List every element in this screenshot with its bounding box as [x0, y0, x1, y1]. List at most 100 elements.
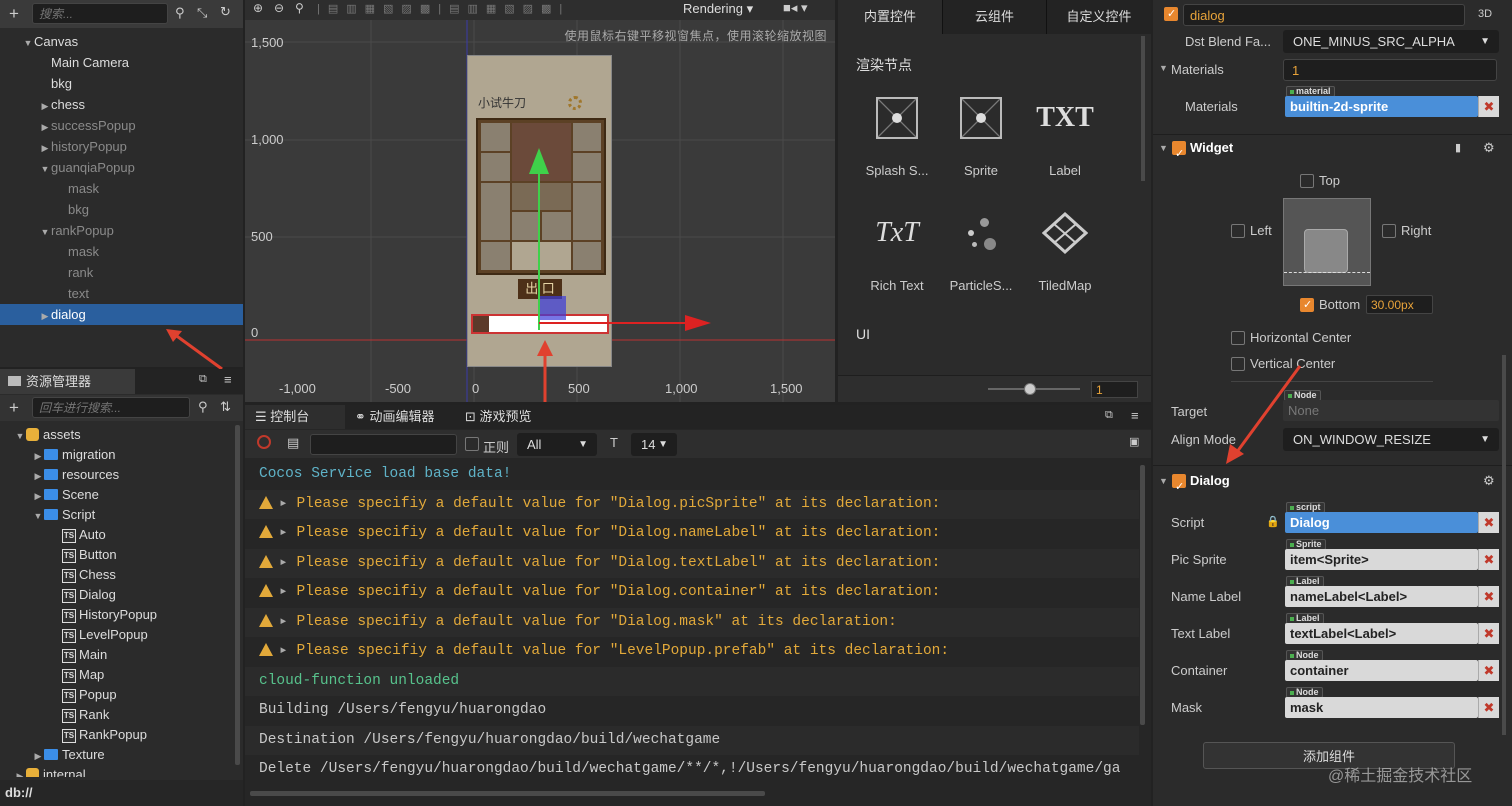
prop-field[interactable]: item<Sprite> — [1285, 549, 1478, 570]
zoom-out-icon[interactable]: ⊖ — [274, 1, 284, 15]
target-field[interactable]: None — [1283, 400, 1499, 421]
log-line[interactable]: Delete /Users/fengyu/huarongdao/build/we… — [245, 755, 1139, 784]
materials-count-input[interactable] — [1283, 59, 1497, 81]
add-asset-icon[interactable]: + — [9, 398, 19, 418]
bottom-checkbox[interactable] — [1300, 298, 1314, 312]
asset-item[interactable]: ▶ Texture — [0, 745, 236, 765]
tree-node[interactable]: ▼ Canvas — [0, 31, 243, 52]
tree-node[interactable]: rank — [0, 262, 243, 283]
gear-icon[interactable]: ⚙ — [1483, 468, 1495, 494]
asset-item[interactable]: TS Popup — [0, 685, 236, 705]
expand-arrow-icon[interactable]: ▶ — [39, 117, 51, 138]
log-line[interactable]: ▸ Please specifiy a default value for "D… — [245, 489, 1139, 519]
refresh-icon[interactable]: ↻ — [220, 4, 231, 20]
prop-clear-button[interactable]: ✖ — [1478, 623, 1499, 644]
tree-node[interactable]: bkg — [0, 199, 243, 220]
zoom-in-icon[interactable]: ⊕ — [253, 1, 263, 15]
badge-3d[interactable]: 3D — [1478, 8, 1492, 20]
expand-arrow-icon[interactable]: ▶ — [14, 766, 26, 777]
asset-item[interactable]: ▶ migration — [0, 445, 236, 465]
control-item[interactable]: ParticleS... — [939, 210, 1023, 293]
prop-clear-button[interactable]: ✖ — [1478, 660, 1499, 681]
tab-cloud[interactable]: 云组件 — [942, 0, 1046, 34]
tab-assets[interactable]: 资源管理器 — [0, 369, 135, 394]
material-clear-button[interactable]: ✖ — [1478, 96, 1499, 117]
zoom-input[interactable] — [1091, 381, 1138, 398]
control-item[interactable]: TxT Rich Text — [855, 210, 939, 293]
console-vscroll[interactable] — [1140, 465, 1145, 725]
tab-custom[interactable]: 自定义控件 — [1046, 0, 1151, 34]
menu-icon[interactable]: ≡ — [1131, 408, 1139, 423]
sort-icon[interactable]: ⇅ — [220, 399, 231, 415]
expand-arrow-icon[interactable]: ▶ — [32, 486, 44, 506]
maximize-icon[interactable]: ⧉ — [199, 373, 207, 386]
asset-item[interactable]: TS Rank — [0, 705, 236, 725]
collapse-icon[interactable]: ▣ — [1129, 435, 1139, 448]
inspector-scrollbar[interactable] — [1502, 355, 1506, 735]
assets-search-input[interactable] — [32, 397, 190, 418]
file-icon[interactable]: ▤ — [287, 435, 299, 451]
expand-arrow-icon[interactable]: ▶ — [32, 446, 44, 466]
tree-node[interactable]: bkg — [0, 73, 243, 94]
asset-item[interactable]: TS Auto — [0, 525, 236, 545]
collapse-icon[interactable]: ⤡ — [197, 5, 207, 21]
log-level-select[interactable]: All — [517, 433, 597, 456]
expand-arrow-icon[interactable]: ▸ — [279, 496, 296, 512]
hcenter-checkbox[interactable] — [1231, 331, 1245, 345]
tab-console[interactable]: ☰ 控制台 — [245, 405, 345, 429]
asset-item[interactable]: TS Main — [0, 645, 236, 665]
dialog-enabled-checkbox[interactable] — [1172, 474, 1186, 500]
tab-builtin[interactable]: 内置控件 — [838, 0, 942, 34]
control-item[interactable]: Splash S... — [855, 95, 939, 178]
asset-item[interactable]: ▶ internal — [0, 765, 236, 777]
zoom-reset-icon[interactable]: ⚲ — [295, 1, 304, 15]
node-active-checkbox[interactable] — [1164, 7, 1178, 21]
asset-item[interactable]: TS LevelPopup — [0, 625, 236, 645]
expand-arrow-icon[interactable]: ▶ — [39, 138, 51, 159]
widget-header[interactable]: ▼ Widget ▮ ⚙ — [1153, 135, 1512, 167]
log-line[interactable]: ▸ Please specifiy a default value for "D… — [245, 548, 1139, 578]
node-name-input[interactable] — [1183, 4, 1465, 26]
tree-node[interactable]: ▶ chess — [0, 94, 243, 115]
menu-icon[interactable]: ≡ — [224, 372, 232, 387]
dialog-component-header[interactable]: ▼ Dialog ⚙ — [1153, 468, 1512, 500]
asset-item[interactable]: ▶ Scene — [0, 485, 236, 505]
prop-clear-button[interactable]: ✖ — [1478, 586, 1499, 607]
control-item[interactable]: TXT Label — [1023, 95, 1107, 178]
tree-node[interactable]: ▼ guanqiaPopup — [0, 157, 243, 178]
asset-item[interactable]: TS Button — [0, 545, 236, 565]
asset-item[interactable]: ▼ Script — [0, 505, 236, 525]
dialog-collapse-arrow[interactable]: ▼ — [1159, 468, 1168, 494]
expand-arrow-icon[interactable]: ▶ — [39, 96, 51, 117]
expand-arrow-icon[interactable]: ▸ — [279, 525, 296, 541]
asset-item[interactable]: TS Map — [0, 665, 236, 685]
tree-node[interactable]: text — [0, 283, 243, 304]
expand-arrow-icon[interactable]: ▶ — [32, 746, 44, 766]
add-node-icon[interactable]: + — [9, 4, 19, 24]
widget-enabled-checkbox[interactable] — [1172, 141, 1186, 167]
bottom-value-input[interactable] — [1366, 295, 1433, 314]
log-line[interactable]: ▸ Please specifiy a default value for "D… — [245, 578, 1139, 607]
search-icon[interactable]: ⚲ — [198, 399, 208, 415]
controls-scrollbar[interactable] — [1141, 36, 1145, 181]
expand-arrow-icon[interactable]: ▼ — [22, 33, 34, 54]
right-checkbox[interactable] — [1382, 224, 1396, 238]
tab-animation[interactable]: ⚭ 动画编辑器 — [355, 405, 435, 429]
log-line[interactable]: ▸ Please specifiy a default value for "D… — [245, 519, 1139, 548]
control-item[interactable]: Sprite — [939, 95, 1023, 178]
dst-blend-select[interactable]: ONE_MINUS_SRC_ALPHA — [1283, 30, 1499, 53]
materials-arrow[interactable]: ▼ — [1159, 63, 1168, 73]
rendering-dropdown[interactable]: Rendering ▾ — [683, 1, 753, 17]
log-line[interactable]: ▸ Please specifiy a default value for "D… — [245, 607, 1139, 637]
prop-field[interactable]: textLabel<Label> — [1285, 623, 1478, 644]
log-line[interactable]: ▸ Please specifiy a default value for "L… — [245, 637, 1139, 666]
prop-field[interactable]: container — [1285, 660, 1478, 681]
clear-icon[interactable] — [257, 435, 271, 449]
tree-node[interactable]: Main Camera — [0, 52, 243, 73]
asset-item[interactable]: TS Dialog — [0, 585, 236, 605]
prop-field[interactable]: nameLabel<Label> — [1285, 586, 1478, 607]
expand-arrow-icon[interactable]: ▸ — [279, 614, 296, 630]
prop-clear-button[interactable]: ✖ — [1478, 697, 1499, 718]
prop-clear-button[interactable]: ✖ — [1478, 549, 1499, 570]
maximize-icon[interactable]: ⧉ — [1105, 409, 1113, 422]
